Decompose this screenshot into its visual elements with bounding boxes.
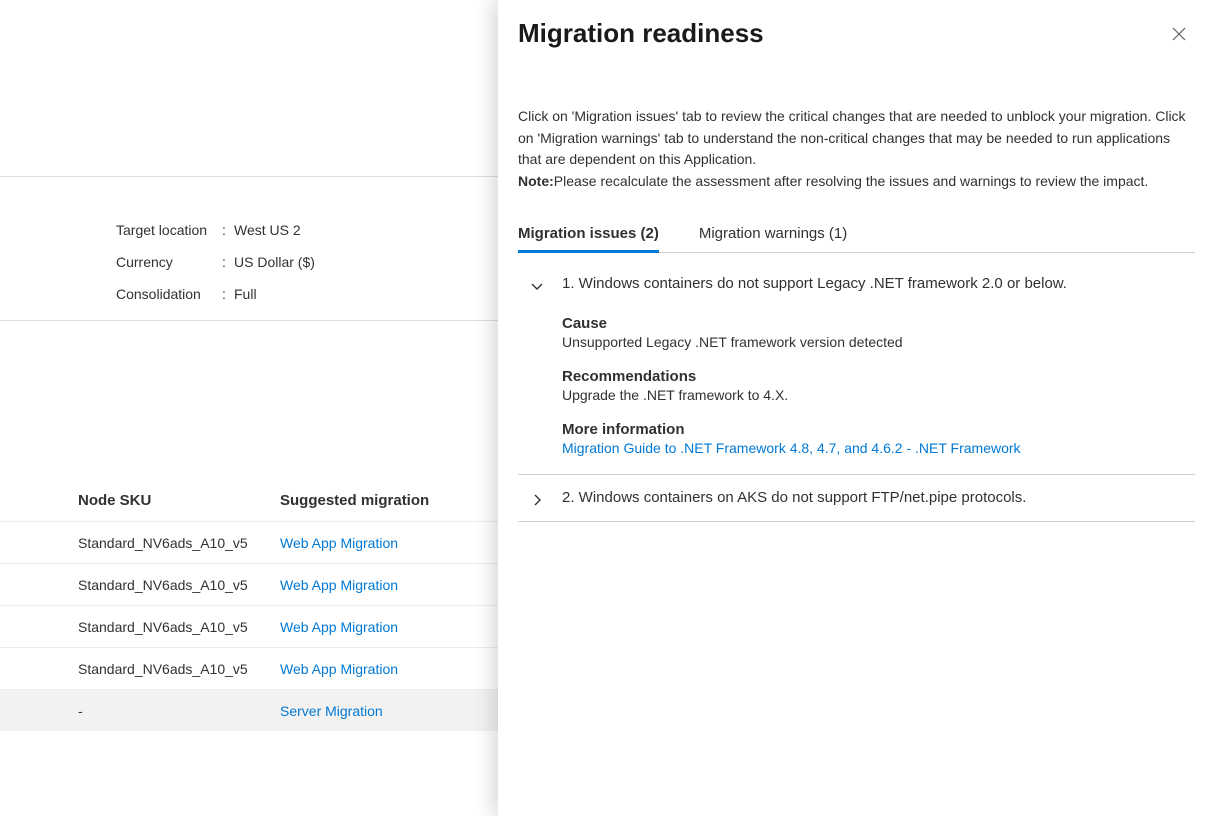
kv-separator: :: [222, 286, 234, 302]
issues-list: 1. Windows containers do not support Leg…: [518, 261, 1195, 522]
cell-node-sku: Standard_NV6ads_A10_v5: [0, 577, 280, 593]
issue-item: 2. Windows containers on AKS do not supp…: [518, 475, 1195, 522]
issue-more-information: More information Migration Guide to .NET…: [562, 421, 1195, 456]
panel-title: Migration readiness: [518, 16, 764, 49]
issue-more-label: More information: [562, 421, 1195, 438]
link-suggested-tool[interactable]: Web App Migration: [280, 661, 398, 677]
issue-header[interactable]: 2. Windows containers on AKS do not supp…: [518, 489, 1195, 507]
link-suggested-tool[interactable]: Web App Migration: [280, 619, 398, 635]
kv-separator: :: [222, 222, 234, 238]
col-header-node-sku: Node SKU: [0, 492, 280, 509]
panel-note-label: Note:: [518, 173, 554, 189]
chevron-right-icon: [530, 493, 544, 507]
issue-title: 1. Windows containers do not support Leg…: [562, 275, 1067, 292]
chevron-down-icon: [530, 279, 544, 293]
kv-value: US Dollar ($): [234, 254, 315, 270]
link-suggested-tool[interactable]: Web App Migration: [280, 577, 398, 593]
issue-more-link[interactable]: Migration Guide to .NET Framework 4.8, 4…: [562, 440, 1021, 456]
issue-body: Cause Unsupported Legacy .NET framework …: [518, 293, 1195, 460]
issue-item: 1. Windows containers do not support Leg…: [518, 261, 1195, 475]
kv-value: Full: [234, 286, 257, 302]
migration-readiness-panel: Migration readiness Click on 'Migration …: [498, 0, 1211, 816]
cell-node-sku: Standard_NV6ads_A10_v5: [0, 661, 280, 677]
link-suggested-tool[interactable]: Web App Migration: [280, 535, 398, 551]
kv-label: Target location: [116, 222, 222, 238]
kv-consolidation: Consolidation : Full: [116, 286, 315, 302]
summary-key-values: Target location : West US 2 Currency : U…: [116, 222, 315, 302]
kv-target-location: Target location : West US 2: [116, 222, 315, 238]
kv-label: Consolidation: [116, 286, 222, 302]
close-icon: [1172, 27, 1186, 41]
kv-label: Currency: [116, 254, 222, 270]
kv-separator: :: [222, 254, 234, 270]
issue-rec-text: Upgrade the .NET framework to 4.X.: [562, 387, 1195, 403]
tabs: Migration issues (2) Migration warnings …: [518, 225, 1195, 253]
cell-node-sku: -: [0, 703, 280, 719]
issue-cause-label: Cause: [562, 315, 1195, 332]
panel-header: Migration readiness: [518, 16, 1195, 50]
cell-node-sku: Standard_NV6ads_A10_v5: [0, 535, 280, 551]
kv-value: West US 2: [234, 222, 301, 238]
link-suggested-tool[interactable]: Server Migration: [280, 703, 383, 719]
tab-migration-warnings[interactable]: Migration warnings (1): [699, 225, 847, 252]
close-button[interactable]: [1163, 18, 1195, 50]
panel-description: Click on 'Migration issues' tab to revie…: [518, 106, 1195, 193]
issue-recommendations: Recommendations Upgrade the .NET framewo…: [562, 368, 1195, 403]
col-header-suggested-migration: Suggested migration: [280, 492, 520, 509]
issue-title: 2. Windows containers on AKS do not supp…: [562, 489, 1026, 506]
cell-node-sku: Standard_NV6ads_A10_v5: [0, 619, 280, 635]
issue-cause-text: Unsupported Legacy .NET framework versio…: [562, 334, 1195, 350]
panel-desc-text: Click on 'Migration issues' tab to revie…: [518, 108, 1186, 167]
issue-header[interactable]: 1. Windows containers do not support Leg…: [518, 275, 1195, 293]
issue-rec-label: Recommendations: [562, 368, 1195, 385]
panel-note-text: Please recalculate the assessment after …: [554, 173, 1149, 189]
tab-migration-issues[interactable]: Migration issues (2): [518, 225, 659, 252]
kv-currency: Currency : US Dollar ($): [116, 254, 315, 270]
issue-cause: Cause Unsupported Legacy .NET framework …: [562, 315, 1195, 350]
